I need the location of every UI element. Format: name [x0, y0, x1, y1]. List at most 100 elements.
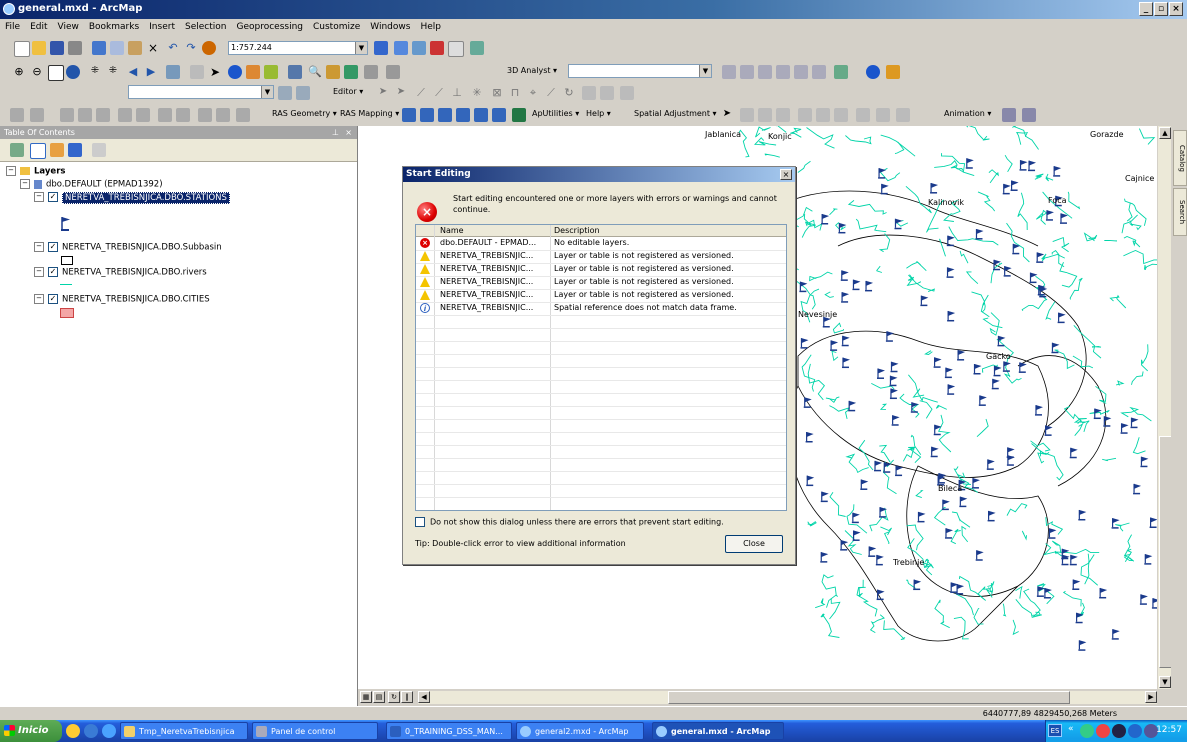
adjust-tool-icon[interactable]	[740, 108, 754, 122]
chevron-left-icon[interactable]: «	[1068, 724, 1074, 734]
station-flag-icon[interactable]	[889, 388, 898, 400]
station-flag-icon[interactable]	[840, 270, 849, 281]
dialog-title-bar[interactable]: Start Editing	[403, 167, 795, 182]
station-flag-icon[interactable]	[800, 338, 809, 349]
identify-icon[interactable]	[228, 65, 242, 79]
station-flag-icon[interactable]	[947, 384, 956, 395]
taskbar-item[interactable]: Panel de control	[252, 722, 378, 740]
quick-launch-icon[interactable]	[84, 724, 98, 738]
station-flag-icon[interactable]	[978, 395, 987, 406]
station-flag-icon[interactable]	[1048, 528, 1057, 539]
station-flag-icon[interactable]	[917, 511, 926, 523]
station-flag-icon[interactable]	[805, 431, 814, 443]
tool-icon[interactable]	[216, 108, 230, 122]
station-flag-icon[interactable]	[841, 292, 850, 303]
collapse-icon[interactable]: −	[34, 294, 44, 304]
tool-icon[interactable]	[78, 108, 92, 122]
list-by-selection-icon[interactable]	[68, 143, 82, 157]
station-flag-icon[interactable]	[956, 584, 965, 595]
back-extent-icon[interactable]: ◀	[126, 65, 140, 79]
time-slider-icon[interactable]	[364, 65, 378, 79]
station-flag-icon[interactable]	[1149, 517, 1157, 529]
adjust-tool-icon[interactable]	[876, 108, 890, 122]
station-flag-icon[interactable]	[1069, 447, 1078, 459]
station-flag-icon[interactable]	[987, 510, 996, 522]
scroll-left-button[interactable]: ◀	[418, 691, 430, 703]
station-flag-icon[interactable]	[975, 550, 984, 561]
table-of-contents-icon[interactable]	[394, 41, 408, 55]
station-flag-icon[interactable]	[1010, 180, 1019, 191]
ras-tool-icon[interactable]	[456, 108, 470, 122]
scroll-right-button[interactable]: ▶	[1145, 691, 1157, 703]
station-flag-icon[interactable]	[1111, 629, 1120, 640]
station-flag-icon[interactable]	[957, 350, 966, 361]
close-window-button[interactable]: ×	[1169, 2, 1183, 16]
scroll-down-button[interactable]: ▼	[1159, 676, 1171, 688]
station-flag-icon[interactable]	[930, 446, 939, 458]
station-flag-icon[interactable]	[997, 335, 1006, 347]
edit-tool-icon[interactable]: ➤	[376, 86, 390, 100]
ras-tool-icon[interactable]	[438, 108, 452, 122]
errors-table[interactable]: Name Description × dbo.DEFAULT - EPMAD...…	[415, 224, 787, 511]
station-flag-icon[interactable]	[868, 546, 877, 557]
station-flag-icon[interactable]	[1140, 456, 1149, 468]
select-elements-icon[interactable]: ➤	[720, 108, 734, 122]
tray-icon[interactable]	[1096, 724, 1110, 738]
ras-tool-icon[interactable]	[474, 108, 488, 122]
attributes-icon[interactable]	[582, 86, 596, 100]
3d-tool-icon[interactable]	[812, 65, 826, 79]
tool-icon[interactable]	[10, 108, 24, 122]
station-flag-icon[interactable]	[991, 378, 1000, 390]
layer-stations[interactable]: − ✓ NERETVA_TREBISNJICA.DBO.STATIONS	[34, 191, 230, 204]
arctoolbox-icon[interactable]	[430, 41, 444, 55]
html-popup-icon[interactable]	[264, 65, 278, 79]
hyperlink-icon[interactable]	[246, 65, 260, 79]
table-row[interactable]: NERETVA_TREBISNJIC... Layer or table is n…	[416, 263, 786, 277]
station-flag-icon[interactable]	[1078, 509, 1087, 521]
station-flag-icon[interactable]	[806, 475, 815, 487]
station-flag-icon[interactable]	[840, 540, 849, 551]
station-flag-icon[interactable]	[1057, 312, 1066, 324]
ras-tool-icon[interactable]	[492, 108, 506, 122]
layout-view-icon[interactable]: ▤	[373, 691, 385, 703]
station-flag-icon[interactable]	[890, 361, 899, 373]
minimize-button[interactable]: _	[1139, 2, 1153, 16]
station-flag-icon[interactable]	[993, 259, 1002, 271]
menu-windows[interactable]: Windows	[365, 19, 415, 32]
split-icon[interactable]: ⟋	[544, 86, 558, 100]
analyst3d-menu[interactable]: 3D Analyst ▾	[507, 66, 557, 75]
catalog-icon[interactable]	[412, 41, 426, 55]
table-row[interactable]: NERETVA_TREBISNJIC... Layer or table is n…	[416, 289, 786, 303]
adjust-tool-icon[interactable]	[758, 108, 772, 122]
sketch-properties-icon[interactable]	[600, 86, 614, 100]
collapse-icon[interactable]: −	[6, 166, 16, 176]
station-flag-icon[interactable]	[1053, 166, 1062, 177]
3d-tool-icon[interactable]	[722, 65, 736, 79]
layer-visibility-checkbox[interactable]: ✓	[48, 267, 58, 277]
station-flag-icon[interactable]	[860, 479, 869, 490]
layer-visibility-checkbox[interactable]: ✓	[48, 192, 58, 202]
close-button[interactable]: Close	[725, 535, 783, 553]
delete-icon[interactable]: ×	[146, 41, 160, 55]
dialog-close-icon[interactable]: ×	[780, 169, 792, 180]
zoom-in-icon[interactable]: ⊕	[12, 65, 26, 79]
table-row[interactable]: NERETVA_TREBISNJIC... Layer or table is n…	[416, 276, 786, 290]
cut-icon[interactable]	[92, 41, 106, 55]
go-to-xy-icon[interactable]	[344, 65, 358, 79]
georef-tool-icon[interactable]	[278, 86, 292, 100]
new-document-icon[interactable]	[14, 41, 30, 57]
adjust-tool-icon[interactable]	[834, 108, 848, 122]
station-flag-icon[interactable]	[975, 229, 984, 240]
menu-bookmarks[interactable]: Bookmarks	[84, 19, 144, 32]
station-flag-icon[interactable]	[947, 310, 956, 322]
table-row[interactable]: × dbo.DEFAULT - EPMAD... No editable layer…	[416, 237, 786, 251]
station-flag-icon[interactable]	[830, 340, 839, 351]
tray-icon[interactable]	[1080, 724, 1094, 738]
station-flag-icon[interactable]	[891, 415, 900, 426]
station-flag-icon[interactable]	[1130, 417, 1139, 429]
station-flag-icon[interactable]	[841, 335, 850, 347]
ras-tool-icon[interactable]	[402, 108, 416, 122]
station-flag-icon[interactable]	[821, 214, 830, 225]
full-extent-icon[interactable]	[66, 65, 80, 79]
trace-icon[interactable]: ⊥	[450, 86, 464, 100]
